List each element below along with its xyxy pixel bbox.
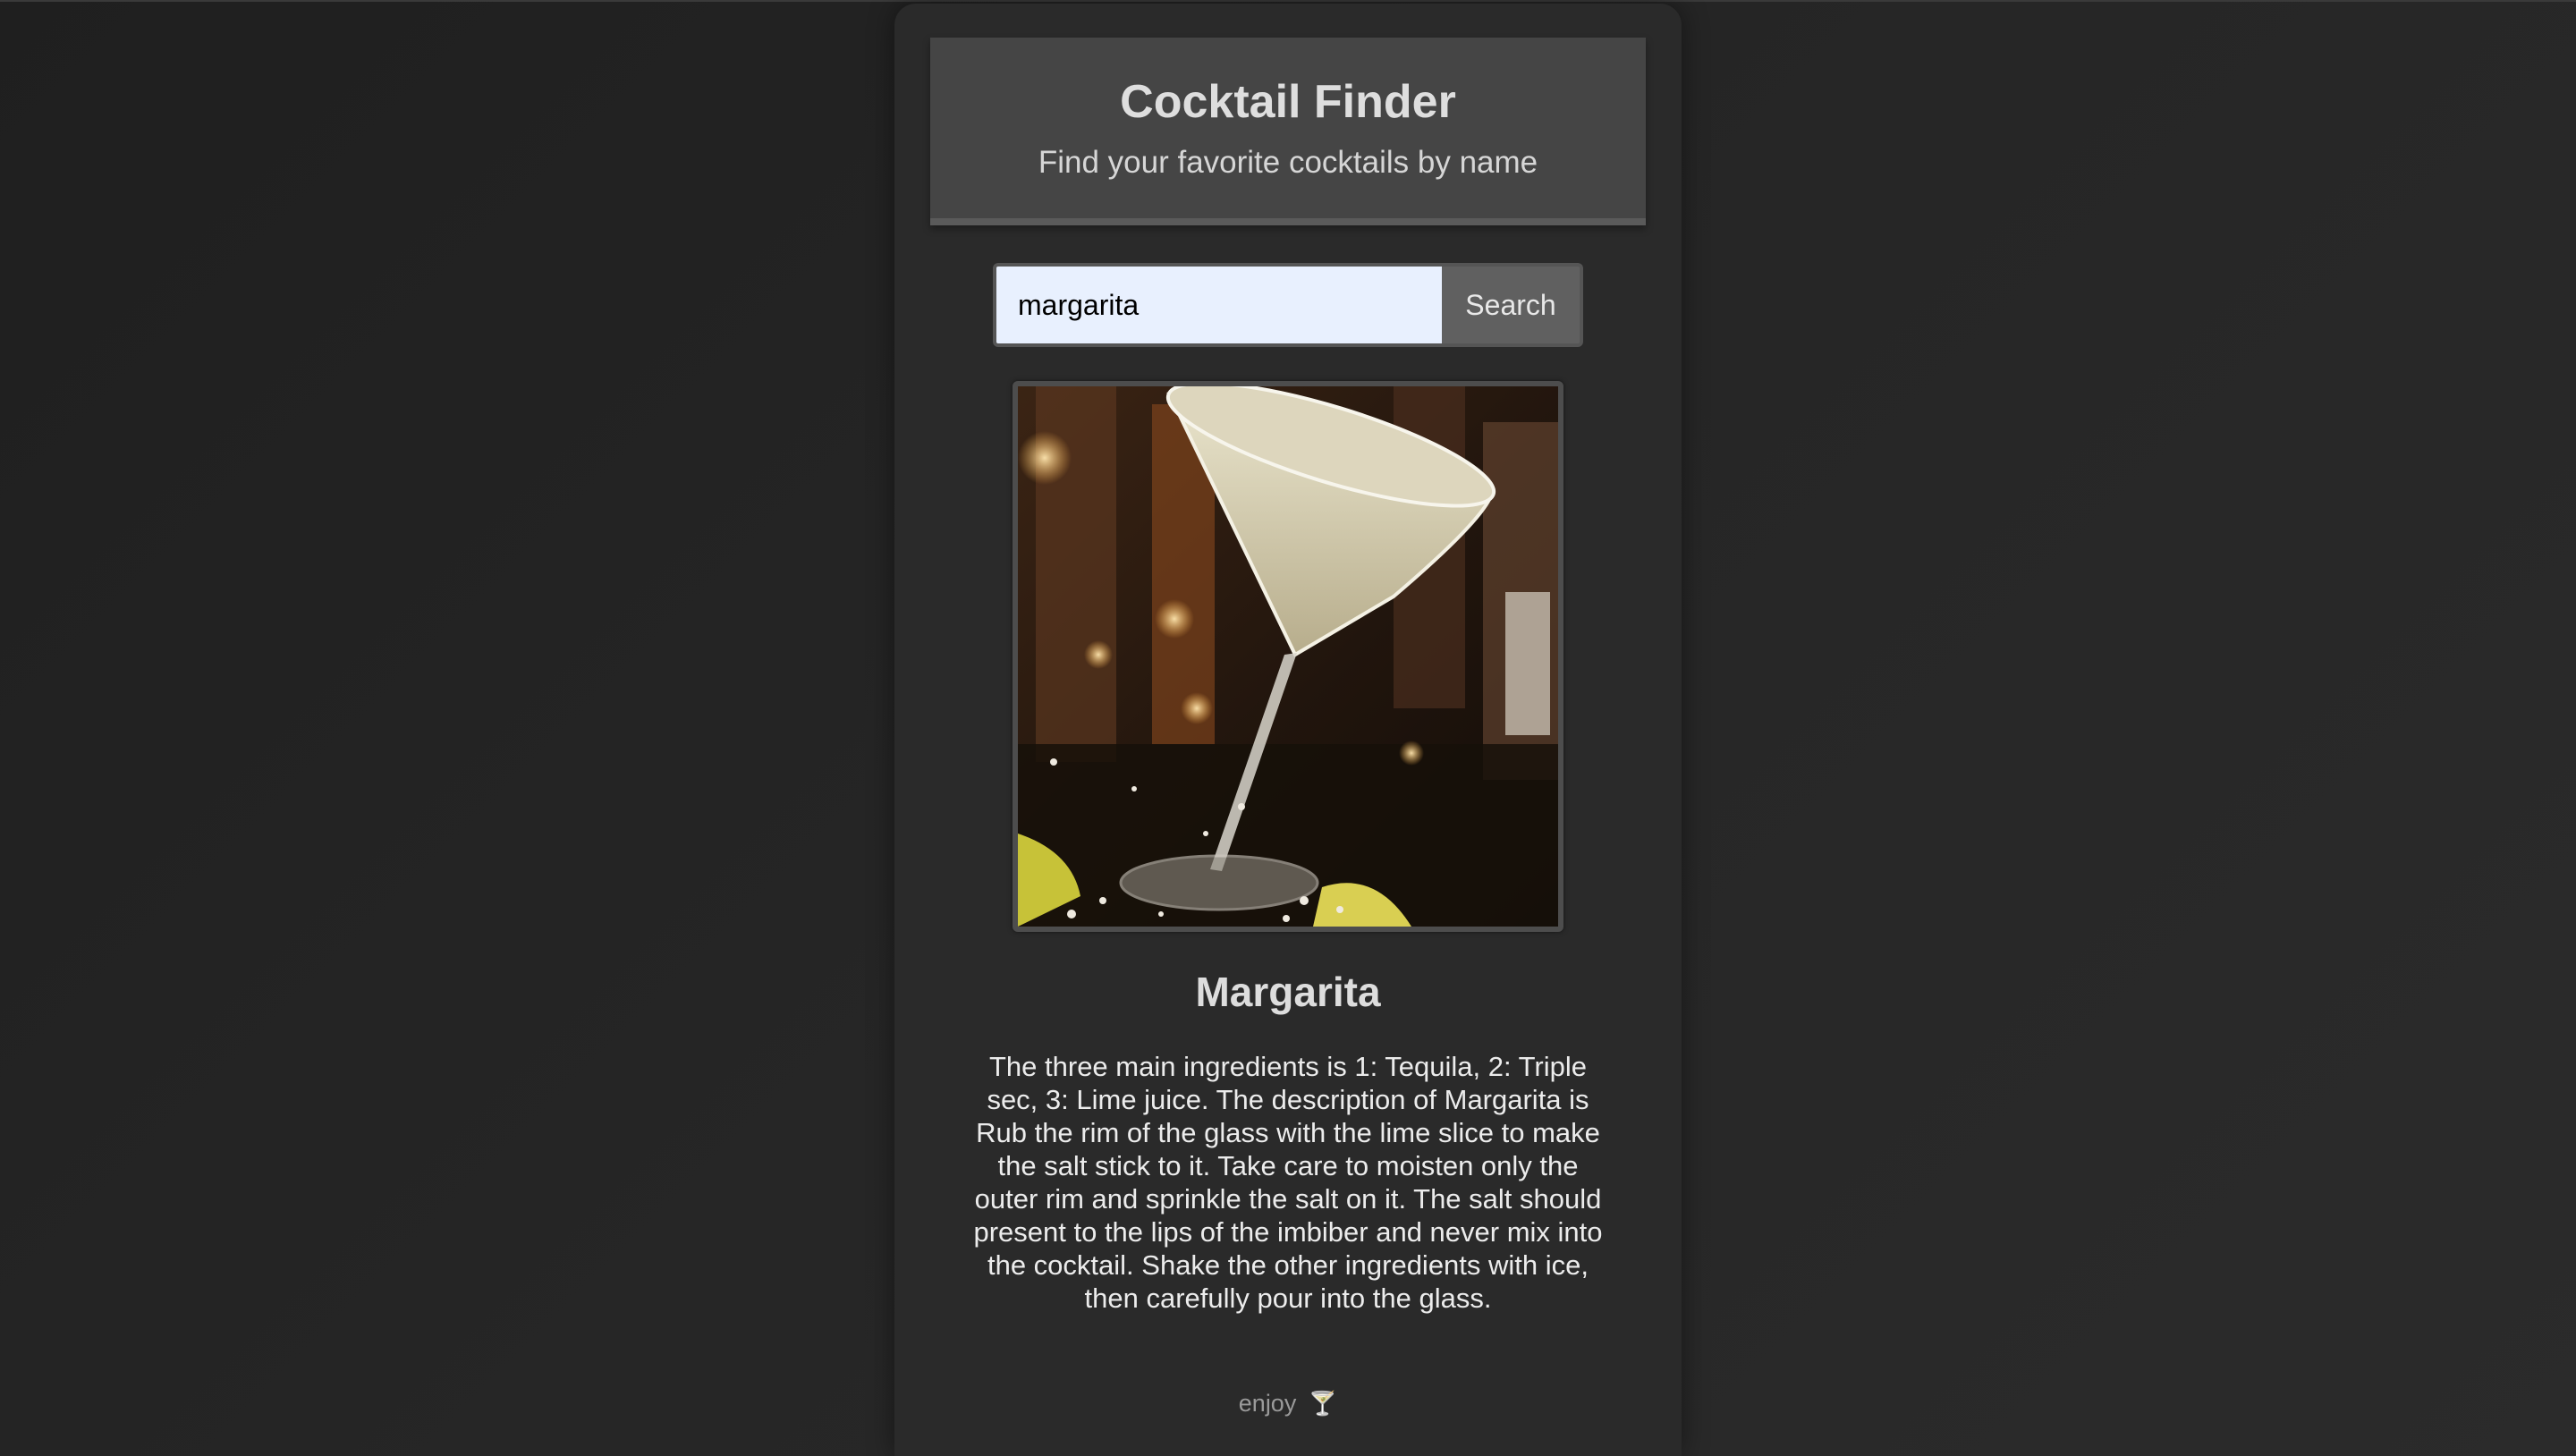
footer-text: enjoy <box>1238 1390 1297 1417</box>
cocktail-illustration <box>1018 386 1558 927</box>
drink-name: Margarita <box>1195 969 1381 1015</box>
cocktail-glass-icon: 🍸 <box>1308 1390 1338 1417</box>
footer: enjoy 🍸 <box>894 1390 1682 1418</box>
cocktail-photo <box>1013 381 1563 932</box>
app-card: Cocktail Finder Find your favorite cockt… <box>894 4 1682 1456</box>
search-input[interactable] <box>996 267 1442 343</box>
search-button[interactable]: Search <box>1442 267 1580 343</box>
page-title: Cocktail Finder <box>1120 76 1456 128</box>
page-subtitle: Find your favorite cocktails by name <box>1038 145 1538 180</box>
top-border <box>0 0 2576 2</box>
header: Cocktail Finder Find your favorite cockt… <box>930 38 1646 225</box>
search-form: Search <box>993 263 1583 347</box>
drink-description: The three main ingredients is 1: Tequila… <box>973 1051 1603 1314</box>
